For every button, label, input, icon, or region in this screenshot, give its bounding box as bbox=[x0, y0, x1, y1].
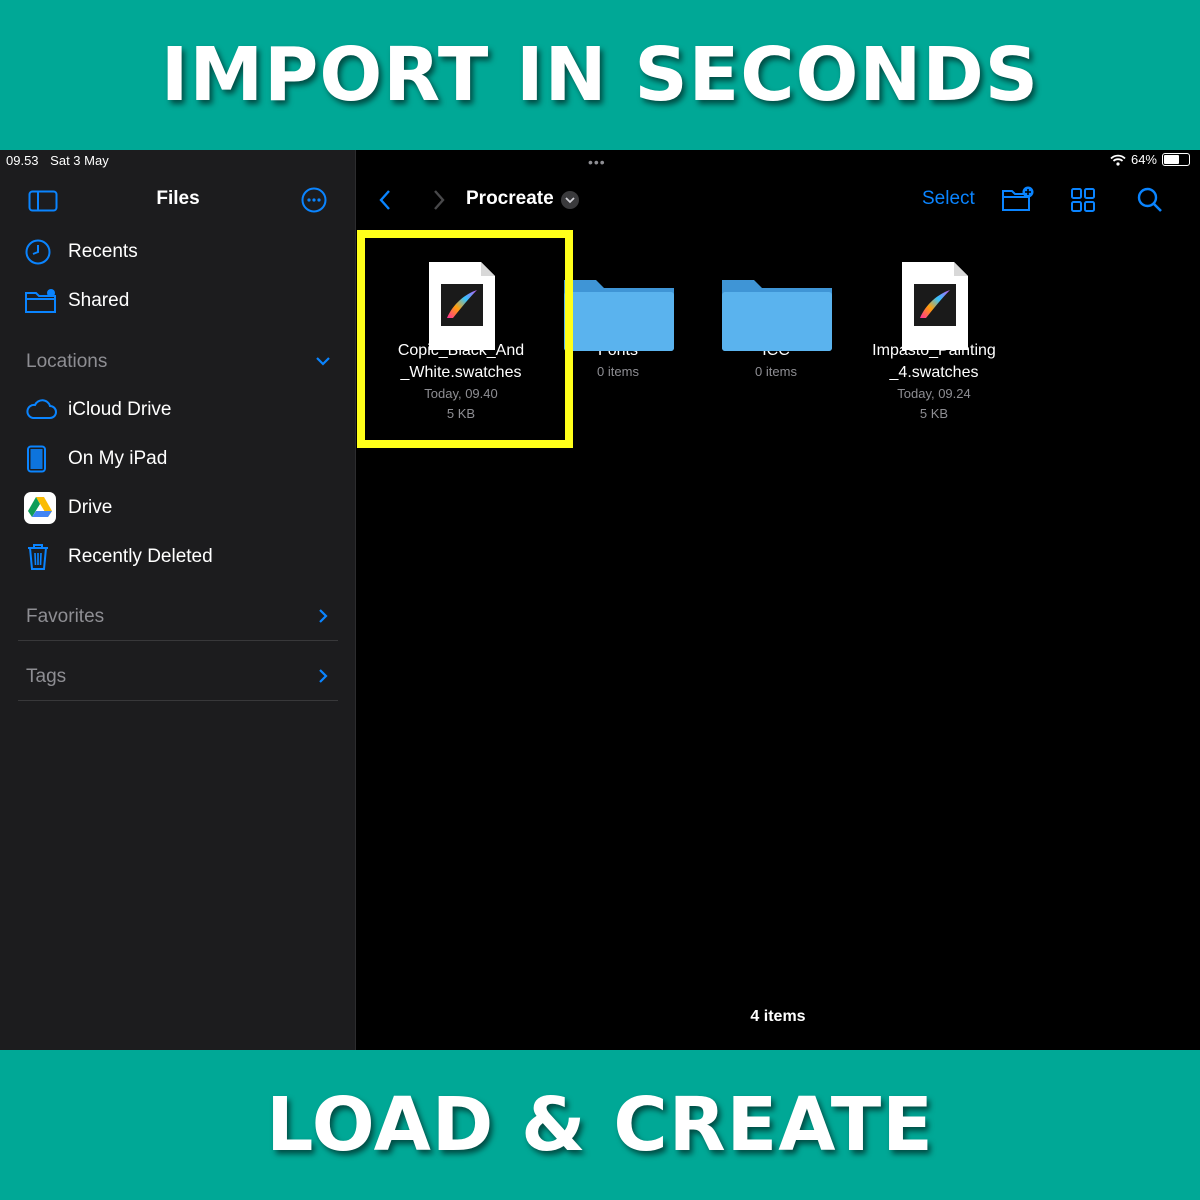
sidebar-item-shared[interactable]: Shared bbox=[24, 283, 344, 319]
wifi-icon bbox=[1110, 154, 1126, 166]
sidebar-item-label: Drive bbox=[68, 497, 113, 518]
favorites-label: Favorites bbox=[26, 606, 105, 627]
shared-folder-icon bbox=[24, 286, 60, 316]
bottom-banner: LOAD & CREATE bbox=[0, 1050, 1200, 1200]
title-menu-chevron-icon[interactable] bbox=[560, 190, 580, 210]
file-item-impasto-swatches[interactable]: Impasto_Painting _4.swatches Today, 09.2… bbox=[854, 230, 1014, 424]
file-date: Today, 09.40 bbox=[424, 386, 498, 401]
search-icon[interactable] bbox=[1136, 186, 1164, 214]
status-bar-left: 09.53 Sat 3 May bbox=[6, 153, 117, 168]
sidebar-header: Files bbox=[0, 184, 356, 216]
forward-chevron-icon[interactable] bbox=[430, 188, 448, 212]
trash-icon bbox=[24, 542, 60, 572]
folder-item-count: 0 items bbox=[597, 364, 639, 379]
favorites-section-header[interactable]: Favorites bbox=[18, 597, 338, 641]
file-browser: ••• 64% Procreate Select Copic_Black_And… bbox=[356, 150, 1200, 1050]
folder-item-fonts[interactable]: Fonts 0 items bbox=[538, 230, 698, 382]
status-bar-right: 64% bbox=[1105, 152, 1190, 167]
battery-percent: 64% bbox=[1130, 152, 1157, 167]
new-folder-icon[interactable] bbox=[1001, 186, 1035, 212]
chevron-right-icon bbox=[319, 669, 328, 683]
file-name-line: _White.swatches bbox=[400, 364, 522, 381]
sidebar-item-icloud-drive[interactable]: iCloud Drive bbox=[24, 392, 344, 428]
multitasking-dots[interactable]: ••• bbox=[588, 154, 606, 170]
select-button[interactable]: Select bbox=[922, 188, 975, 210]
file-thumbnail bbox=[854, 230, 1014, 350]
top-banner-text: IMPORT IN SECONDS bbox=[160, 32, 1040, 118]
sidebar-item-drive[interactable]: Drive bbox=[24, 490, 344, 526]
ipad-icon bbox=[24, 444, 60, 474]
locations-label: Locations bbox=[26, 351, 108, 372]
file-size: 5 KB bbox=[446, 406, 476, 421]
chevron-right-icon bbox=[319, 609, 328, 623]
folder-thumbnail bbox=[538, 230, 698, 351]
battery-icon bbox=[1162, 153, 1190, 166]
back-chevron-icon[interactable] bbox=[376, 188, 394, 212]
battery-fill bbox=[1164, 155, 1180, 164]
folder-item-icc[interactable]: ICC 0 items bbox=[696, 230, 856, 382]
file-item-copic-swatches[interactable]: Copic_Black_And _White.swatches Today, 0… bbox=[381, 230, 541, 424]
google-drive-icon bbox=[24, 492, 60, 524]
file-date: Today, 09.24 bbox=[897, 386, 971, 401]
locations-section-header[interactable]: Locations bbox=[18, 342, 338, 382]
bottom-banner-text: LOAD & CREATE bbox=[266, 1082, 934, 1168]
procreate-swatches-icon bbox=[902, 262, 968, 350]
folder-thumbnail bbox=[696, 230, 856, 351]
grid-view-icon[interactable] bbox=[1070, 187, 1096, 213]
folder-icon bbox=[722, 280, 832, 351]
sidebar-item-label: Shared bbox=[68, 290, 130, 311]
ipad-screen: 09.53 Sat 3 May Files Recents Shared Loc… bbox=[0, 150, 1200, 1050]
file-name-line: _4.swatches bbox=[889, 364, 979, 381]
sidebar-item-recents[interactable]: Recents bbox=[24, 234, 344, 270]
more-options-icon[interactable] bbox=[301, 187, 327, 213]
status-date: Sat 3 May bbox=[50, 153, 109, 168]
file-size: 5 KB bbox=[919, 406, 949, 421]
folder-icon bbox=[564, 280, 674, 351]
sidebar-item-label: On My iPad bbox=[68, 448, 168, 469]
sidebar-item-label: iCloud Drive bbox=[68, 399, 172, 420]
sidebar-item-label: Recents bbox=[68, 241, 138, 262]
sidebar-item-on-my-ipad[interactable]: On My iPad bbox=[24, 441, 344, 477]
sidebar-item-recently-deleted[interactable]: Recently Deleted bbox=[24, 539, 344, 575]
top-banner: IMPORT IN SECONDS bbox=[0, 0, 1200, 150]
folder-item-count: 0 items bbox=[755, 364, 797, 379]
sidebar: 09.53 Sat 3 May Files Recents Shared Loc… bbox=[0, 150, 356, 1050]
tags-section-header[interactable]: Tags bbox=[18, 657, 338, 701]
tags-label: Tags bbox=[26, 666, 67, 687]
clock-icon bbox=[24, 237, 60, 267]
folder-title: Procreate bbox=[466, 188, 554, 209]
sidebar-item-label: Recently Deleted bbox=[68, 546, 213, 567]
item-count-footer: 4 items bbox=[750, 1008, 806, 1025]
file-thumbnail bbox=[381, 230, 541, 350]
procreate-swatches-icon bbox=[429, 262, 495, 350]
chevron-down-icon bbox=[316, 357, 330, 366]
status-time: 09.53 bbox=[6, 153, 39, 168]
icloud-icon bbox=[24, 395, 60, 425]
